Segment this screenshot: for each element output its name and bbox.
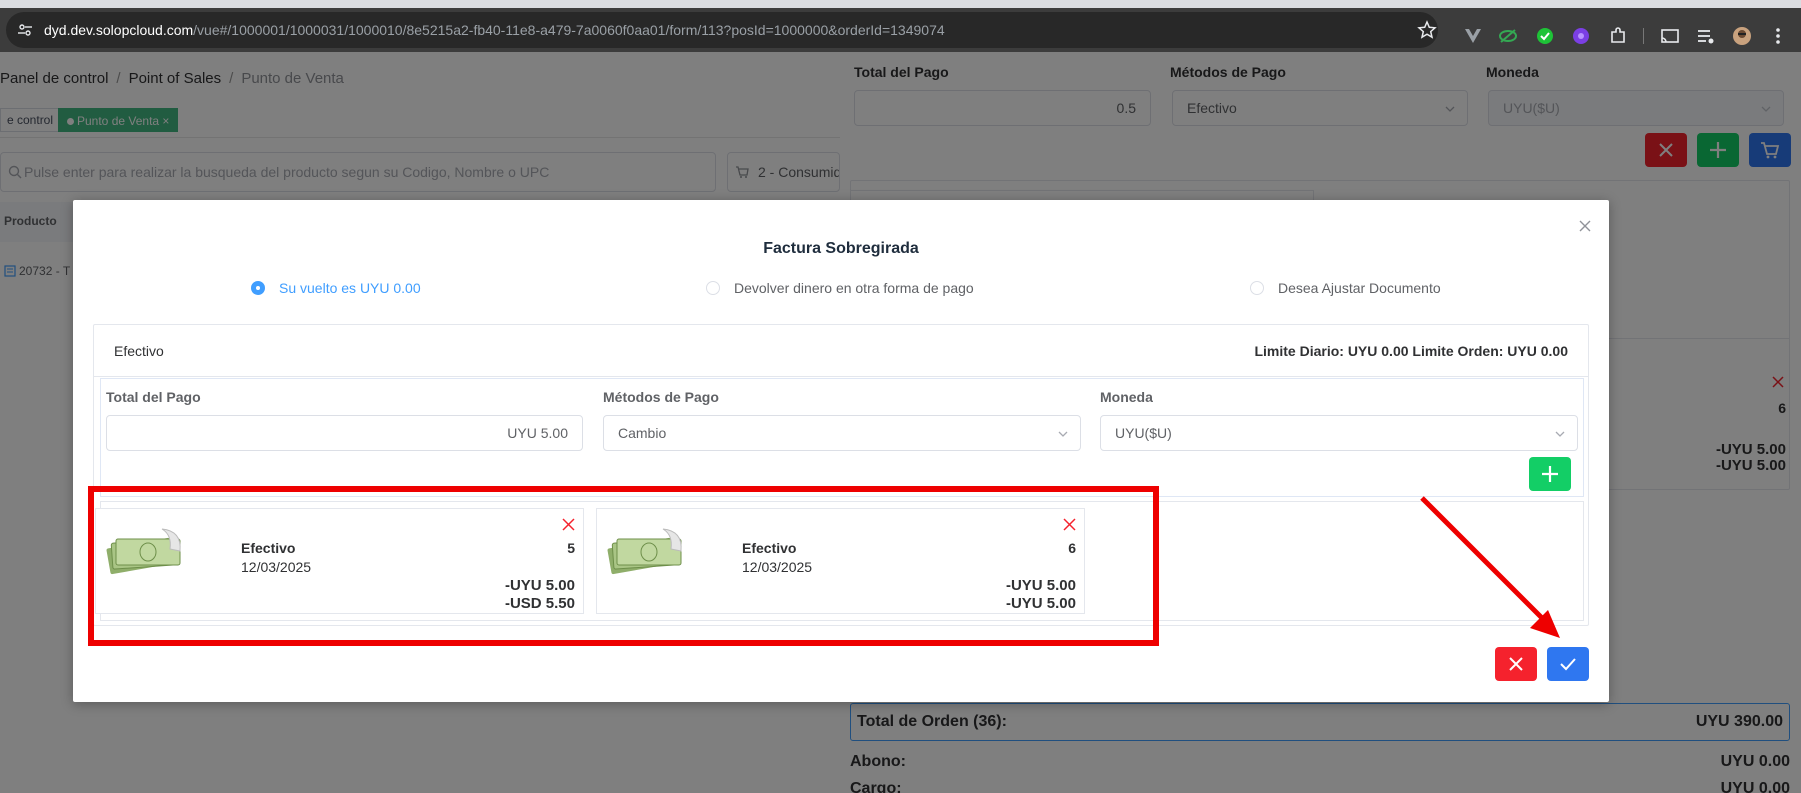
radio-su-vuelto[interactable]: Su vuelto es UYU 0.00 [251,280,421,296]
eye-extension-icon[interactable] [1498,26,1518,46]
purple-extension-icon[interactable] [1571,26,1591,46]
payment-card-title: Efectivo [114,343,164,359]
plus-icon [1542,466,1558,482]
moneda-label: Moneda [1100,389,1153,405]
moneda-select[interactable]: UYU($U) [1100,415,1578,451]
url-text: dyd.dev.solopcloud.com/vue#/1000001/1000… [44,22,945,38]
radio-circle [251,281,265,295]
radio-devolver-dinero[interactable]: Devolver dinero en otra forma de pago [706,280,974,296]
close-icon[interactable] [1579,220,1591,232]
tune-icon[interactable] [18,24,32,36]
check-icon [1560,658,1576,671]
radio-ajustar-documento[interactable]: Desea Ajustar Documento [1250,280,1441,296]
browser-tabstrip [0,0,1801,8]
limits-text: Limite Diario: UYU 0.00 Limite Orden: UY… [1254,343,1568,359]
radio-label: Su vuelto es UYU 0.00 [279,280,421,296]
total-pago-value: UYU 5.00 [507,425,568,441]
cast-icon[interactable] [1660,26,1680,46]
puzzle-icon[interactable] [1608,26,1628,46]
radio-label: Desea Ajustar Documento [1278,280,1441,296]
cancel-button[interactable] [1495,647,1537,681]
url-path: /vue#/1000001/1000031/1000010/8e5215a2-f… [193,22,945,38]
confirm-button[interactable] [1547,647,1589,681]
metodos-pago-select[interactable]: Cambio [603,415,1081,451]
radio-circle [706,281,720,295]
total-pago-label: Total del Pago [106,389,201,405]
profile-avatar-icon[interactable] [1732,26,1752,46]
chevron-down-icon [1555,431,1565,437]
payment-form: Total del Pago Métodos de Pago Moneda UY… [100,378,1584,497]
star-icon[interactable] [1417,20,1437,40]
url-host: dyd.dev.solopcloud.com [44,22,194,38]
toolbar-divider [1643,28,1644,44]
dialog-title: Factura Sobregirada [763,240,919,257]
vue-devtools-icon[interactable] [1463,26,1483,46]
annotation-arrow-icon [1420,496,1560,638]
close-icon [1509,657,1523,671]
moneda-value: UYU($U) [1115,425,1172,441]
check-extension-icon[interactable] [1535,26,1555,46]
address-bar[interactable]: dyd.dev.solopcloud.com/vue#/1000001/1000… [6,12,1438,48]
chevron-down-icon [1058,431,1068,437]
radio-circle [1250,281,1264,295]
payment-card-header: Efectivo Limite Diario: UYU 0.00 Limite … [94,325,1588,377]
add-payment-button[interactable] [1529,457,1571,491]
metodos-pago-label: Métodos de Pago [603,389,719,405]
annotation-highlight-box [88,486,1159,646]
media-queue-icon[interactable] [1696,26,1716,46]
more-menu-icon[interactable] [1768,26,1788,46]
radio-label: Devolver dinero en otra forma de pago [734,280,974,296]
total-pago-input[interactable]: UYU 5.00 [106,415,583,451]
metodo-value: Cambio [618,425,667,441]
browser-toolbar: dyd.dev.solopcloud.com/vue#/1000001/1000… [0,8,1801,52]
